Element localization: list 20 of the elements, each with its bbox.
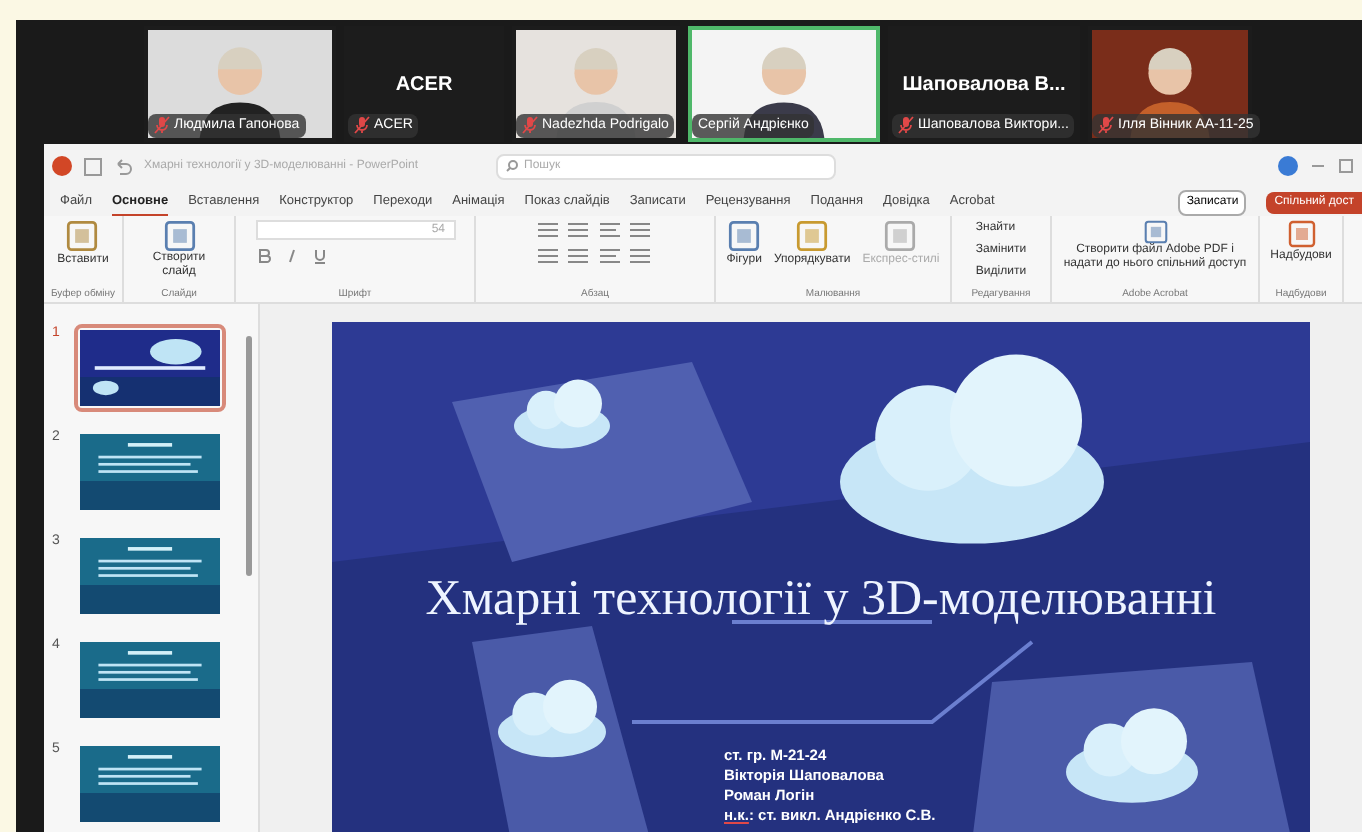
maximize-icon[interactable] (1338, 158, 1354, 174)
slide-thumbnail[interactable] (74, 324, 226, 412)
paragraph-tools-icon[interactable] (535, 220, 655, 238)
search-icon (506, 160, 518, 172)
participant-name: ACER (395, 71, 453, 99)
bold-icon[interactable] (255, 248, 271, 264)
paragraph-tools-icon[interactable] (535, 246, 655, 264)
save-icon[interactable] (84, 157, 102, 175)
slide-thumbnail[interactable] (74, 428, 226, 516)
slide-thumbnail[interactable] (74, 740, 226, 828)
slide-title: Хмарні технології у 3D-моделюванні (425, 570, 1217, 630)
slide-thumbnail[interactable] (74, 532, 226, 620)
powerpoint-logo-icon (52, 156, 72, 176)
participant-name: Шаповалова В... (902, 71, 1066, 99)
italic-icon[interactable] (283, 248, 299, 264)
slide-thumbnail[interactable] (74, 636, 226, 724)
scrollbar[interactable] (246, 336, 252, 576)
underline-icon[interactable] (311, 248, 327, 264)
undo-icon[interactable] (114, 157, 132, 175)
account-avatar-icon[interactable] (1278, 156, 1298, 176)
